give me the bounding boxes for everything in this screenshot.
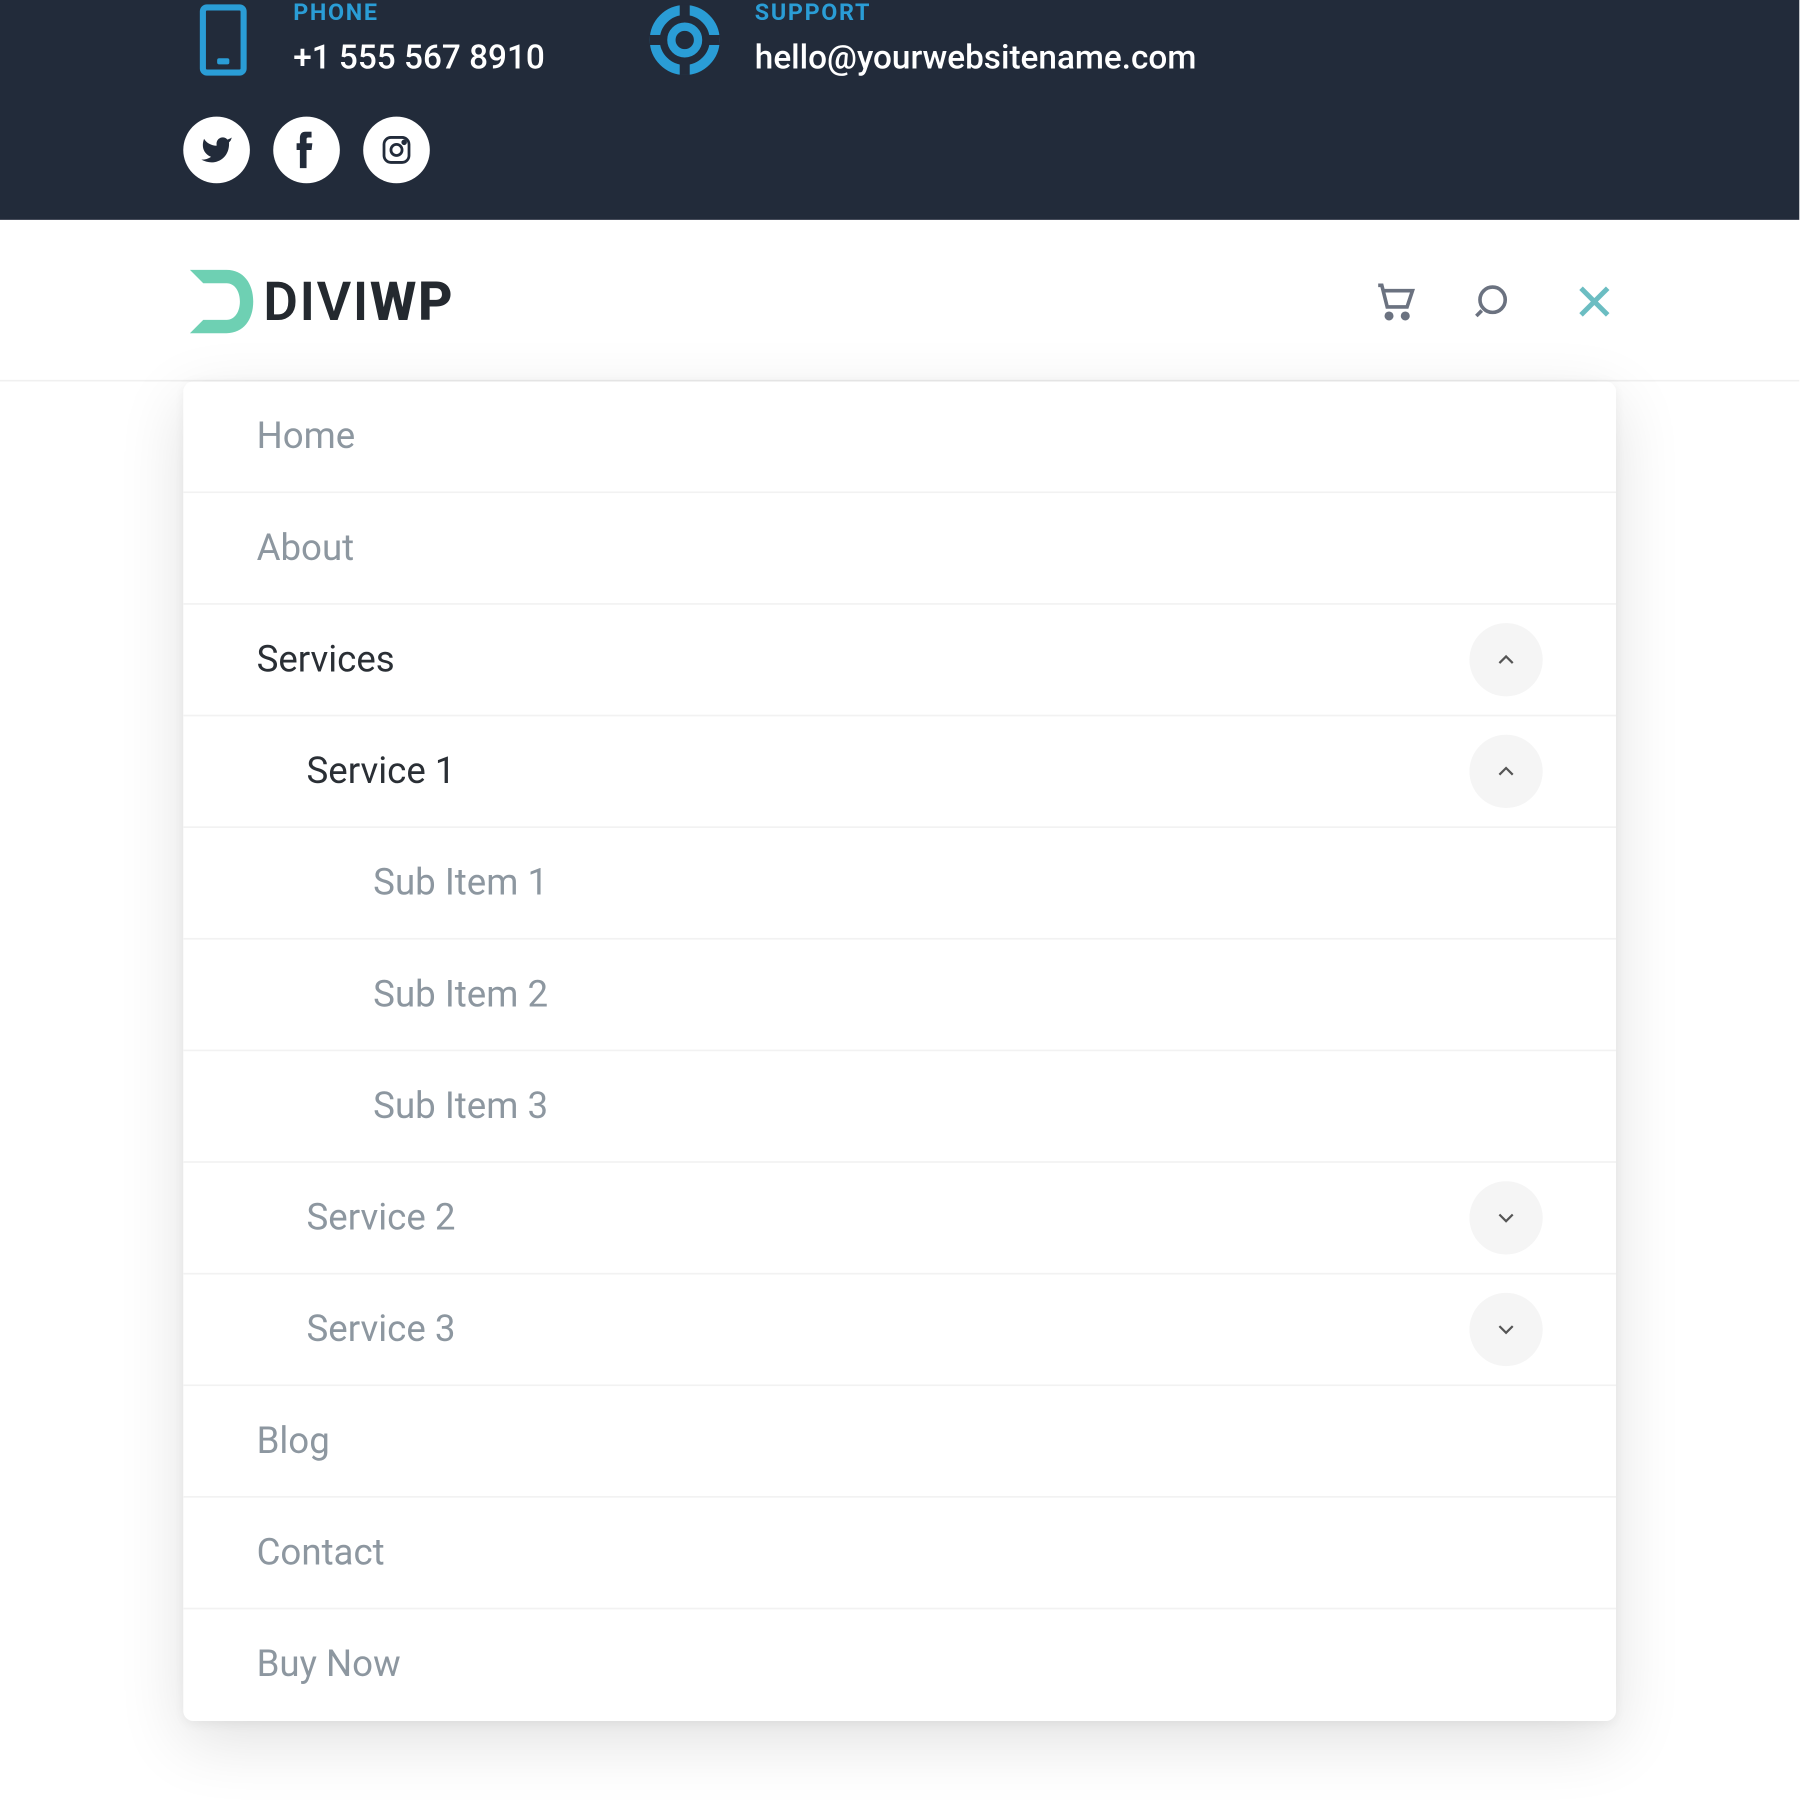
chevron-up-icon <box>1493 646 1520 673</box>
nav-subitem-label: Service 3 <box>307 1309 456 1351</box>
logo-text-wp: WP <box>370 270 454 333</box>
nav-subsubitem-sub-3[interactable]: Sub Item 3 <box>183 1051 1616 1163</box>
nav-item-about[interactable]: About <box>183 493 1616 605</box>
nav-subitem-label: Service 1 <box>307 751 456 793</box>
header: DIVI WP <box>0 220 1799 382</box>
expand-toggle-services[interactable] <box>1469 623 1542 696</box>
logo[interactable]: DIVI WP <box>183 263 454 340</box>
close-menu-button[interactable] <box>1573 280 1616 323</box>
close-icon <box>1574 282 1614 322</box>
support-value: hello@yourwebsitename.com <box>755 37 1197 77</box>
nav-subsubitem-label: Sub Item 1 <box>373 862 548 904</box>
search-icon <box>1473 280 1516 323</box>
expand-toggle-service-1[interactable] <box>1469 735 1542 808</box>
nav-item-label: Services <box>257 639 395 681</box>
social-row <box>183 117 1616 184</box>
topbar: PHONE +1 555 567 8910 S <box>0 0 1799 220</box>
phone-value: +1 555 567 8910 <box>293 37 545 77</box>
search-button[interactable] <box>1473 280 1516 323</box>
cart-icon <box>1373 280 1416 323</box>
nav-item-label: Blog <box>257 1420 330 1462</box>
expand-toggle-service-2[interactable] <box>1469 1181 1542 1254</box>
nav-subsubitem-sub-1[interactable]: Sub Item 1 <box>183 828 1616 940</box>
support-block: SUPPORT hello@yourwebsitename.com <box>645 0 1197 80</box>
nav-item-label: About <box>257 527 355 569</box>
nav-subitem-service-1[interactable]: Service 1 <box>183 716 1616 828</box>
chevron-up-icon <box>1493 758 1520 785</box>
facebook-button[interactable] <box>273 117 340 184</box>
nav-item-label: Buy Now <box>257 1644 401 1686</box>
nav-item-contact[interactable]: Contact <box>183 1498 1616 1610</box>
chevron-down-icon <box>1493 1205 1520 1232</box>
expand-toggle-service-3[interactable] <box>1469 1293 1542 1366</box>
instagram-button[interactable] <box>363 117 430 184</box>
logo-text-divi: DIVI <box>263 270 370 333</box>
nav-subsubitem-sub-2[interactable]: Sub Item 2 <box>183 940 1616 1052</box>
nav-subitem-service-3[interactable]: Service 3 <box>183 1274 1616 1386</box>
nav-item-services[interactable]: Services <box>183 605 1616 717</box>
twitter-button[interactable] <box>183 117 250 184</box>
support-label: SUPPORT <box>755 0 1197 27</box>
phone-block: PHONE +1 555 567 8910 <box>183 0 545 80</box>
nav-item-blog[interactable]: Blog <box>183 1386 1616 1498</box>
nav-subitem-service-2[interactable]: Service 2 <box>183 1163 1616 1275</box>
nav-item-buy-now[interactable]: Buy Now <box>183 1609 1616 1721</box>
nav-item-home[interactable]: Home <box>183 382 1616 494</box>
nav-menu: Home About Services Service 1 Sub Item 1… <box>183 382 1616 1721</box>
cart-button[interactable] <box>1373 280 1416 323</box>
phone-icon <box>183 0 263 80</box>
twitter-icon <box>200 133 233 166</box>
facebook-icon <box>297 132 317 169</box>
nav-item-label: Contact <box>257 1532 385 1574</box>
chevron-down-icon <box>1493 1316 1520 1343</box>
nav-subitem-label: Service 2 <box>307 1197 456 1239</box>
nav-item-label: Home <box>257 416 356 458</box>
instagram-icon <box>380 133 413 166</box>
support-icon <box>645 0 725 80</box>
nav-subsubitem-label: Sub Item 3 <box>373 1085 548 1127</box>
phone-label: PHONE <box>293 0 545 27</box>
nav-subsubitem-label: Sub Item 2 <box>373 974 548 1016</box>
logo-mark-icon <box>183 263 260 340</box>
